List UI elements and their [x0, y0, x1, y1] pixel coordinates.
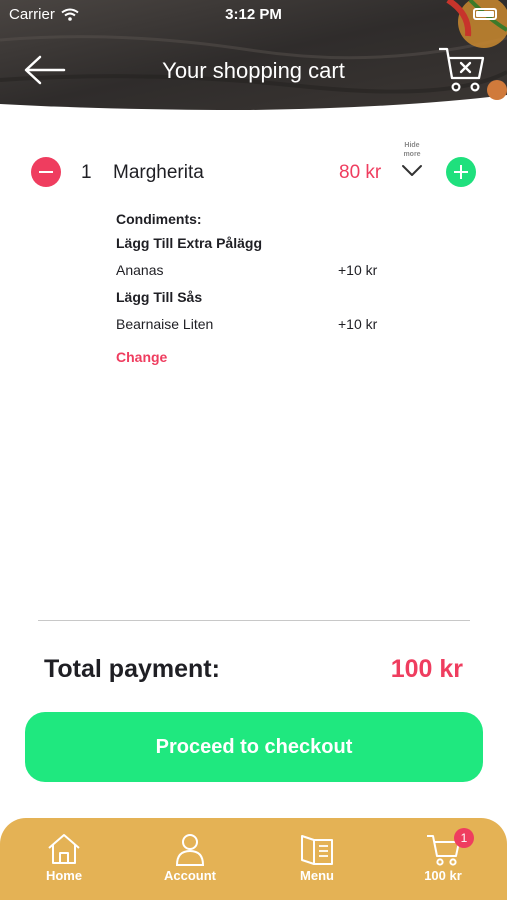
condiment-option: Ananas: [116, 262, 164, 278]
status-time: 3:12 PM: [225, 6, 282, 23]
chevron-down-icon[interactable]: [401, 164, 423, 178]
checkout-button[interactable]: Proceed to checkout: [25, 712, 483, 782]
tab-cart-label: 100 kr: [424, 868, 462, 883]
hide-more-label-bottom: more: [403, 151, 421, 158]
cart-clear-icon[interactable]: [436, 44, 486, 94]
decrease-quantity-button[interactable]: [31, 157, 61, 187]
condiments-label: Condiments:: [116, 211, 202, 227]
divider: [38, 620, 470, 621]
tab-bar: Home Account Menu 1 100 kr: [0, 818, 507, 900]
menu-book-icon: [301, 835, 333, 865]
cart-badge: 1: [454, 828, 474, 848]
condiment-option: Bearnaise Liten: [116, 316, 214, 332]
tab-account-label: Account: [164, 868, 216, 883]
condiment-option-price: +10 kr: [338, 316, 378, 332]
tab-home[interactable]: Home: [19, 832, 109, 892]
change-link[interactable]: Change: [116, 349, 167, 365]
tab-cart[interactable]: 1 100 kr: [398, 828, 488, 892]
condiment-group-title: Lägg Till Sås: [116, 289, 203, 305]
tab-account[interactable]: Account: [145, 832, 235, 892]
condiment-group-title: Lägg Till Extra Pålägg: [116, 235, 263, 251]
tab-menu[interactable]: Menu: [272, 832, 362, 892]
item-name: Margherita: [113, 162, 204, 183]
tab-menu-label: Menu: [300, 868, 334, 883]
total-value: 100 kr: [390, 655, 463, 683]
increase-quantity-button[interactable]: [446, 157, 476, 187]
hide-more-label-top: Hide: [404, 142, 420, 149]
page-title: Your shopping cart: [162, 58, 345, 83]
condiment-option-price: +10 kr: [338, 262, 378, 278]
battery-icon: [473, 8, 497, 20]
cart-item-row: 1 Margherita 80 kr Hide more: [0, 142, 507, 194]
account-icon: [175, 834, 205, 866]
total-label: Total payment:: [44, 655, 220, 683]
item-quantity: 1: [81, 162, 92, 183]
home-icon: [48, 834, 80, 864]
header: Carrier 3:12 PM Your shopping cart: [0, 0, 507, 112]
status-bar: Carrier 3:12 PM: [0, 0, 507, 28]
hide-more-toggle[interactable]: Hide more: [400, 141, 424, 159]
item-price: 80 kr: [339, 162, 382, 183]
tab-home-label: Home: [45, 868, 83, 883]
